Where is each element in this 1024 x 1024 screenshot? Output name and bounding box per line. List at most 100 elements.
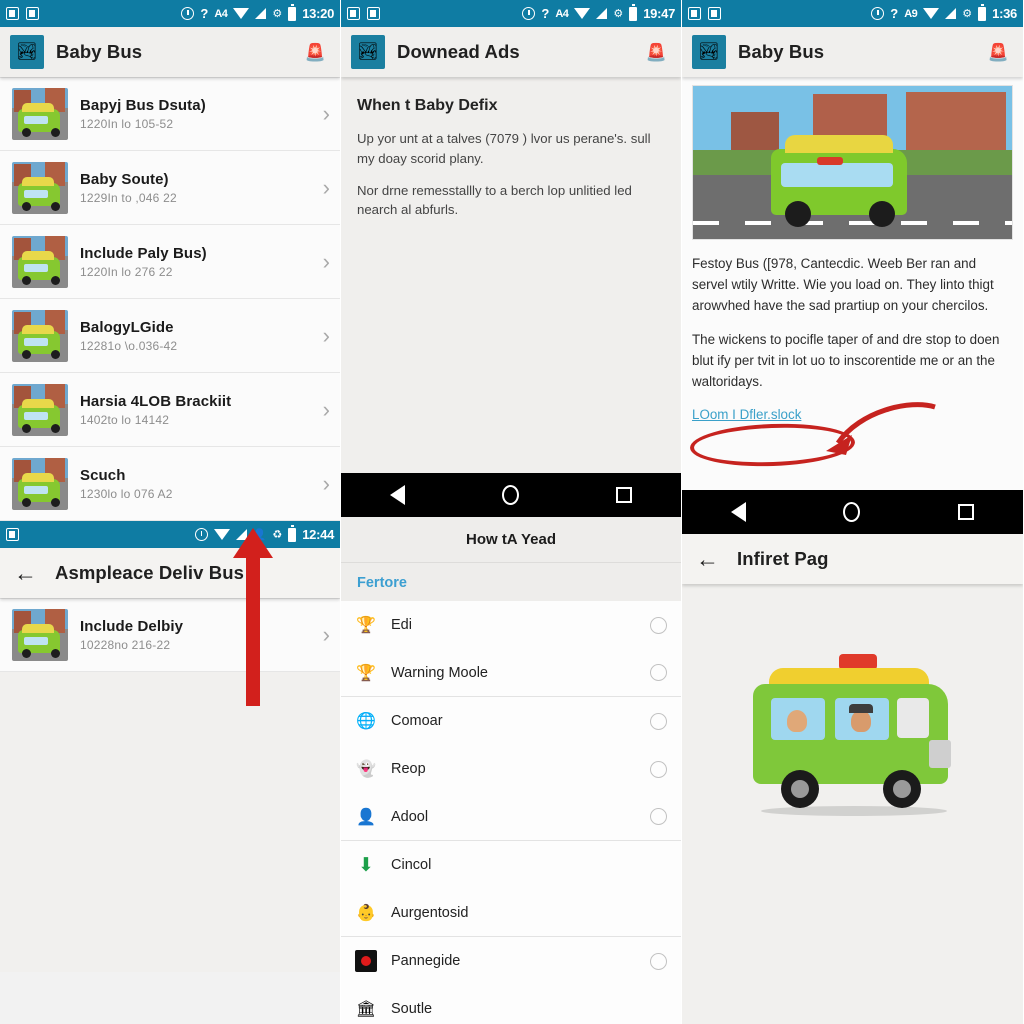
clock-icon (522, 7, 536, 20)
list-item[interactable]: Include Delbiy 10228no 216-22 › (0, 598, 340, 672)
nav-back-icon[interactable] (389, 485, 405, 505)
empty-area (0, 672, 340, 972)
list-item[interactable]: Include Paly Bus) 1220In lo 276 22 › (0, 225, 340, 299)
signal-icon (945, 8, 957, 19)
a4-icon: A4 (214, 7, 228, 20)
nav-recents-icon[interactable] (958, 504, 975, 520)
app-logo-icon[interactable]: 🏞 (10, 35, 44, 69)
status-time: 13:20 (302, 6, 334, 21)
bus-illustration (682, 584, 1023, 816)
radio-button[interactable] (650, 760, 667, 778)
status-time: 12:44 (302, 527, 334, 542)
list-item[interactable]: 👶 Aurgentosid (341, 889, 681, 937)
list-item[interactable]: BalogyLGide 12281o \o.036-42 › (0, 299, 340, 373)
wifi-icon (213, 529, 230, 540)
wifi-icon (233, 8, 250, 19)
list-item-label: Aurgentosid (391, 904, 469, 921)
nav-recents-icon[interactable] (616, 487, 633, 503)
list-item-title: Include Paly Bus) (80, 244, 207, 262)
radio-button[interactable] (650, 808, 667, 825)
list-item[interactable]: 👤 Adool (341, 793, 681, 841)
a9-icon: A9 (904, 7, 918, 20)
android-nav-bar (682, 490, 1023, 534)
detail-link[interactable]: LOom I Dfler.slock (692, 407, 801, 422)
warning-ads-icon[interactable]: 🚨 (988, 44, 1013, 61)
status-bar: ? A4 ⚙ 13:20 (0, 0, 340, 30)
download-icon (194, 528, 208, 541)
thumbnail (12, 161, 68, 214)
battery-icon (629, 3, 638, 21)
bug-icon: ⚙ (272, 8, 283, 20)
status-left-icons (347, 7, 380, 20)
settings-list: 🏆 Edi 🏆 Warning Moole 🌐 Comoar 👻 Reop 👤 … (341, 601, 681, 1024)
warning-ads-icon[interactable]: 🚨 (305, 44, 330, 61)
middle-column: ? A4 ⚙ 19:47 🏞 Downead Ads 🚨 When t Baby… (341, 0, 682, 1024)
list-item[interactable]: 🏛 Soutle (341, 985, 681, 1024)
signal-icon (596, 8, 608, 19)
list-item[interactable]: 👻 Reop (341, 745, 681, 793)
list-item-label: Warning Moole (391, 664, 488, 681)
nav-back-icon[interactable] (730, 502, 746, 522)
status-right-icons: ? A4 ⚙ 13:20 (181, 3, 334, 21)
back-arrow-icon[interactable]: ← (696, 547, 719, 571)
gold-badge-icon: 🏛 (355, 1001, 377, 1018)
list-item-title: Scuch (80, 466, 126, 484)
thumbnail (12, 383, 68, 436)
detail-body: Festoy Bus ([978, Cantecdic. Weeb Ber ra… (682, 77, 1023, 490)
screenshot-icon (6, 7, 19, 20)
image-icon (367, 7, 380, 20)
battery-icon (288, 524, 297, 542)
back-arrow-icon[interactable]: ← (14, 561, 37, 585)
app-bar: 🏞 Downead Ads 🚨 (341, 27, 681, 77)
list-item-label: Comoar (391, 713, 443, 729)
status-bar: ? A9 ⚙ 1:36 (682, 0, 1023, 30)
list-item-subtitle: 10228no 216-22 (80, 638, 171, 652)
app-logo-icon[interactable]: 🏞 (692, 35, 726, 69)
nav-home-icon[interactable] (501, 485, 519, 505)
sync-icon: ♻ (272, 529, 283, 541)
chevron-right-icon: › (322, 396, 330, 422)
left-column: ? A4 ⚙ 13:20 🏞 Baby Bus 🚨 Bapyj Bus Dsut… (0, 0, 341, 1024)
chevron-right-icon: › (322, 322, 330, 348)
nav-home-icon[interactable] (843, 502, 861, 522)
warning-ads-icon[interactable]: 🚨 (646, 44, 671, 61)
radio-button[interactable] (650, 712, 667, 730)
panel-left-top: ? A4 ⚙ 13:20 🏞 Baby Bus 🚨 Bapyj Bus Dsut… (0, 0, 340, 521)
browser-icon: 🌐 (356, 713, 376, 730)
app-logo-icon[interactable]: 🏞 (351, 35, 385, 69)
list-item[interactable]: 🏆 Edi (341, 601, 681, 649)
trophy-icon: 🏆 (356, 617, 376, 634)
battery-icon (978, 3, 987, 21)
section-label: Fertore (341, 563, 681, 601)
a4-icon: A4 (555, 7, 569, 20)
app-bar: 🏞 Baby Bus 🚨 (0, 27, 340, 77)
chevron-right-icon: › (322, 248, 330, 274)
panel-right-bottom: ← Infiret Pag  Calan stand (682, 534, 1023, 1024)
image-icon (708, 7, 721, 20)
panel-left-bottom: 👤 ♻ 12:44 ← Asmpleace Deliv Bus I (0, 521, 340, 972)
list-item[interactable]: 🌐 Comoar (341, 697, 681, 745)
app-bar: ← Infiret Pag (682, 534, 1023, 584)
clock-icon (871, 7, 885, 20)
chevron-right-icon: › (322, 622, 330, 647)
list-item[interactable]: Pannegide (341, 937, 681, 985)
list-item[interactable]: Scuch 1230lo lo 076 A2 › (0, 447, 340, 521)
radio-button[interactable] (650, 952, 667, 970)
radio-button[interactable] (650, 664, 667, 681)
list-item[interactable]: ⬇ Cincol (341, 841, 681, 889)
status-left-icons (6, 528, 19, 541)
app-bar: ← Asmpleace Deliv Bus (0, 548, 340, 598)
signal-icon (255, 8, 267, 19)
blue-face-icon: 👶 (356, 904, 376, 922)
list-item[interactable]: 🏆 Warning Moole (341, 649, 681, 697)
screenshot-collage: ? A4 ⚙ 13:20 🏞 Baby Bus 🚨 Bapyj Bus Dsut… (0, 0, 1024, 1024)
thumbnail (12, 609, 68, 661)
radio-button[interactable] (650, 616, 667, 634)
list-item[interactable]: Bapyj Bus Dsuta) 1220In lo 105-52 › (0, 77, 340, 151)
panel-mid-top: ? A4 ⚙ 19:47 🏞 Downead Ads 🚨 When t Baby… (341, 0, 681, 517)
list-item[interactable]: Harsia 4LOB Brackiit 1402to lo 14142 › (0, 373, 340, 447)
bus-list: Include Delbiy 10228no 216-22 › (0, 598, 340, 672)
question-icon: ? (200, 6, 209, 21)
list-item[interactable]: Baby Soute) 1229In to ,046 22 › (0, 151, 340, 225)
panel-mid-bottom: How tA Yead Fertore 🏆 Edi 🏆 Warning Mool… (341, 517, 681, 1024)
